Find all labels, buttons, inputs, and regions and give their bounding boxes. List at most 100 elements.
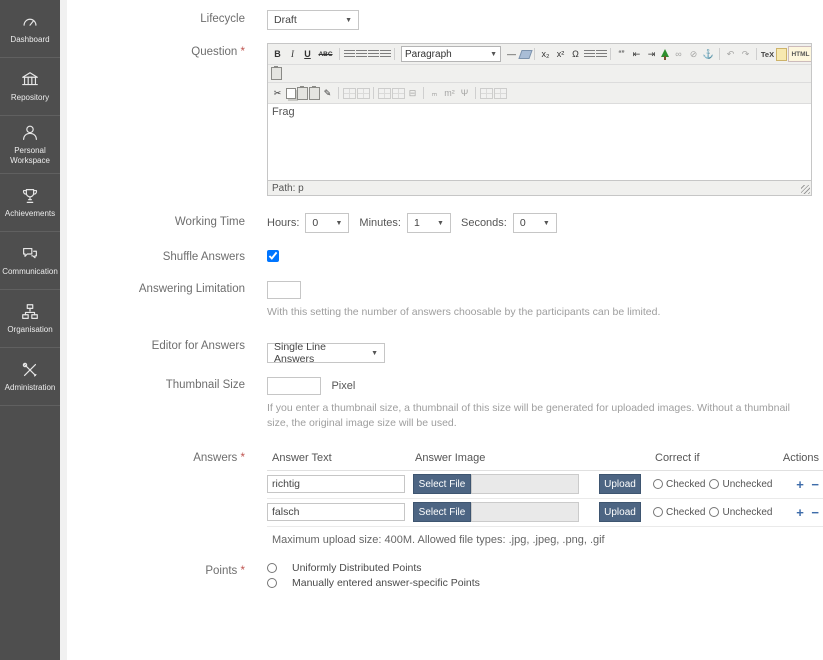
uniform-points-radio[interactable] [267, 563, 277, 573]
bold-icon[interactable]: B [271, 47, 285, 61]
paste-icon[interactable] [297, 87, 308, 100]
strikethrough-icon[interactable]: ABC [316, 47, 336, 61]
indent-icon[interactable]: ⇥ [645, 47, 659, 61]
sidebar-item-achievements[interactable]: Achievements [0, 174, 60, 232]
minutes-select[interactable]: 1▼ [407, 213, 451, 233]
outdent-icon[interactable]: ⇤ [630, 47, 644, 61]
italic-icon[interactable]: I [286, 47, 300, 61]
answer-text-input[interactable] [267, 475, 405, 493]
sidebar-item-dashboard[interactable]: Dashboard [0, 0, 60, 58]
shuffle-row: Shuffle Answers [67, 248, 823, 267]
hours-label: Hours: [267, 217, 299, 229]
editor-toolbar-row-1: BIUABCParagraph▼—x₂x²Ω“”⇤⇥∞⊘⚓↶↷TeXHTML [268, 44, 811, 65]
checked-radio[interactable] [653, 507, 663, 517]
insert-row-after-icon [392, 88, 405, 99]
lifecycle-value: Draft [274, 14, 297, 26]
upload-button[interactable]: Upload [599, 474, 641, 494]
toolbar-separator [475, 87, 476, 99]
bullet-list-icon[interactable] [584, 50, 595, 59]
latex-page-icon[interactable] [776, 48, 787, 61]
answers-row: Answers * Answer Text Answer Image Corre… [67, 449, 823, 546]
chevron-down-icon: ▼ [371, 350, 378, 357]
toolbar-separator [338, 87, 339, 99]
cut-icon[interactable]: ✂ [271, 86, 285, 100]
answer-text-input[interactable] [267, 503, 405, 521]
copy-icon[interactable] [286, 88, 296, 99]
lifecycle-select[interactable]: Draft ▼ [267, 10, 359, 30]
paragraph-format-select[interactable]: Paragraph▼ [401, 46, 501, 62]
toolbar-separator [339, 48, 340, 60]
sidebar-item-label: Repository [11, 93, 49, 103]
superscript-icon[interactable]: x² [554, 47, 568, 61]
select-file-button[interactable]: Select File [413, 474, 471, 494]
select-file-button[interactable]: Select File [413, 502, 471, 522]
sidebar-item-organisation[interactable]: Organisation [0, 290, 60, 348]
checked-radio[interactable] [653, 479, 663, 489]
col-answer-text: Answer Text [272, 452, 415, 464]
anchor-icon[interactable]: ⚓ [702, 47, 716, 61]
edit-source-icon[interactable]: ✎ [321, 86, 335, 100]
blockquote-icon[interactable]: “” [615, 47, 629, 61]
editor-for-answers-select[interactable]: Single Line Answers ▼ [267, 343, 385, 363]
sidebar-item-personal-workspace[interactable]: Personal Workspace [0, 116, 60, 174]
unchecked-radio[interactable] [709, 507, 719, 517]
hours-select[interactable]: 0▼ [305, 213, 349, 233]
paste-text-icon[interactable] [309, 87, 320, 100]
thumbnail-size-label: Thumbnail Size [67, 376, 267, 391]
shuffle-checkbox[interactable] [267, 250, 279, 262]
sidebar-item-communication[interactable]: Communication [0, 232, 60, 290]
seconds-select[interactable]: 0▼ [513, 213, 557, 233]
communication-icon [20, 244, 40, 264]
sidebar-item-repository[interactable]: Repository [0, 58, 60, 116]
editor-content-area[interactable]: Frag [268, 104, 811, 180]
tex-icon[interactable]: TeX [761, 47, 775, 61]
link-icon: ∞ [672, 47, 686, 61]
file-name-field [471, 474, 579, 494]
align-left-icon[interactable] [344, 50, 355, 59]
upload-button[interactable]: Upload [599, 502, 641, 522]
manual-points-radio[interactable] [267, 578, 277, 588]
answering-limitation-label: Answering Limitation [67, 280, 267, 295]
sidebar-item-label: Communication [2, 267, 58, 277]
remove-format-icon[interactable] [518, 50, 532, 59]
required-asterisk: * [241, 452, 245, 464]
seconds-label: Seconds: [461, 217, 507, 229]
remove-answer-icon[interactable]: − [811, 505, 819, 520]
underline-icon[interactable]: U [301, 47, 315, 61]
numbered-list-icon[interactable] [596, 50, 607, 59]
sidebar-item-label: Organisation [7, 325, 52, 335]
editor-toolbar-row-2 [268, 65, 811, 83]
unlink-icon: ⊘ [687, 47, 701, 61]
align-justify-icon[interactable] [380, 50, 391, 59]
manual-points-label: Manually entered answer-specific Points [292, 577, 480, 589]
add-answer-icon[interactable]: + [796, 505, 804, 520]
answer-row-2: Select File Upload Checked Unchecked + − [267, 499, 823, 527]
points-label: Points * [67, 562, 267, 577]
unchecked-radio[interactable] [709, 479, 719, 489]
subscript-icon[interactable]: x₂ [539, 47, 553, 61]
charmap-icon[interactable]: Ω [569, 47, 583, 61]
thumbnail-size-input[interactable] [267, 377, 321, 395]
horizontal-rule-icon[interactable]: — [505, 47, 519, 61]
repository-icon [20, 70, 40, 90]
minutes-label: Minutes: [359, 217, 401, 229]
working-time-label: Working Time [67, 213, 267, 228]
editor-for-answers-label: Editor for Answers [67, 337, 267, 352]
main-sidebar: Dashboard Repository Personal Workspace … [0, 0, 60, 660]
editor-for-answers-row: Editor for Answers Single Line Answers ▼ [67, 337, 823, 363]
delete-row-icon: ⊟ [406, 86, 420, 100]
align-center-icon[interactable] [356, 50, 367, 59]
align-right-icon[interactable] [368, 50, 379, 59]
answering-limitation-input[interactable] [267, 281, 301, 299]
uniform-points-label: Uniformly Distributed Points [292, 562, 422, 574]
add-answer-icon[interactable]: + [796, 477, 804, 492]
paste-word-icon[interactable] [271, 67, 282, 80]
insert-table-icon [343, 88, 356, 99]
sidebar-item-administration[interactable]: Administration [0, 348, 60, 406]
remove-answer-icon[interactable]: − [811, 477, 819, 492]
toolbar-separator [610, 48, 611, 60]
editor-resize-handle[interactable] [801, 185, 810, 194]
html-source-icon[interactable]: HTML [788, 46, 812, 62]
image-icon[interactable] [660, 49, 671, 60]
answering-limitation-description: With this setting the number of answers … [267, 305, 812, 320]
